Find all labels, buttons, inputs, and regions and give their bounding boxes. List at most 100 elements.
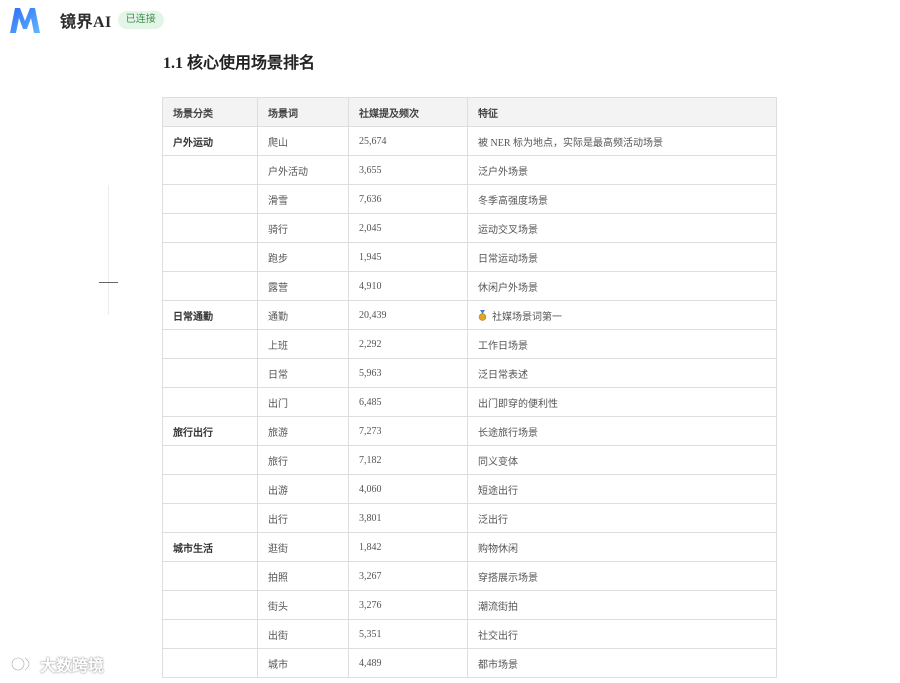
cell-scene-word-text: 城市 xyxy=(268,659,288,671)
cell-feature-text: 购物休闲 xyxy=(478,543,518,555)
cell-mention-frequency-text: 4,060 xyxy=(359,483,382,495)
cell-scene-word-text: 出游 xyxy=(268,485,288,497)
cell-category: 日常通勤 xyxy=(162,300,258,330)
cell-scene-word: 拍照 xyxy=(257,561,349,591)
side-rail-handle[interactable] xyxy=(99,282,118,283)
cell-mention-frequency: 3,801 xyxy=(348,503,468,533)
cell-category xyxy=(162,329,258,359)
cell-mention-frequency: 4,489 xyxy=(348,648,468,678)
app-logo-icon[interactable] xyxy=(8,5,42,35)
cell-feature: 出门即穿的便利性 xyxy=(467,387,777,417)
table-row: 旅行出行 旅游 7,273 长途旅行场景 xyxy=(162,416,777,446)
cell-scene-word: 逛街 xyxy=(257,532,349,562)
cell-feature-text: 运动交叉场景 xyxy=(478,224,538,236)
cell-mention-frequency: 1,945 xyxy=(348,242,468,272)
cell-category xyxy=(162,445,258,475)
cell-feature-text: 被 NER 标为地点，实际是最高频活动场景 xyxy=(478,137,663,149)
cell-scene-word-text: 拍照 xyxy=(268,572,288,584)
section-title: 1.1 核心使用场景排名 xyxy=(163,55,316,72)
cell-scene-word-text: 通勤 xyxy=(268,311,288,323)
cell-category-text: 日常通勤 xyxy=(173,311,213,323)
cell-scene-word-text: 逛街 xyxy=(268,543,288,555)
cell-mention-frequency-text: 4,489 xyxy=(359,657,382,669)
table-row: 出游 4,060 短途出行 xyxy=(162,474,777,504)
table-row: 出门 6,485 出门即穿的便利性 xyxy=(162,387,777,417)
cell-mention-frequency-text: 7,182 xyxy=(359,454,382,466)
table-row: 日常 5,963 泛日常表述 xyxy=(162,358,777,388)
cell-mention-frequency-text: 4,910 xyxy=(359,280,382,292)
cell-category: 城市生活 xyxy=(162,532,258,562)
cell-feature-text: 冬季高强度场景 xyxy=(478,195,548,207)
cell-feature: 日常运动场景 xyxy=(467,242,777,272)
cell-mention-frequency: 3,276 xyxy=(348,590,468,620)
cell-feature: 泛户外场景 xyxy=(467,155,777,185)
watermark-text: 大数跨境 xyxy=(40,658,105,675)
cell-mention-frequency-text: 7,636 xyxy=(359,193,382,205)
cell-mention-frequency-text: 6,485 xyxy=(359,396,382,408)
cell-mention-frequency: 4,910 xyxy=(348,271,468,301)
table-row: 露营 4,910 休闲户外场景 xyxy=(162,271,777,301)
cell-feature-text: 工作日场景 xyxy=(478,340,528,352)
cell-mention-frequency-text: 3,276 xyxy=(359,599,382,611)
cell-category xyxy=(162,184,258,214)
cell-feature: 潮流街拍 xyxy=(467,590,777,620)
cell-scene-word-text: 出行 xyxy=(268,514,288,526)
cell-category-text: 户外运动 xyxy=(173,137,213,149)
cell-mention-frequency-text: 3,801 xyxy=(359,512,382,524)
cell-feature: 长途旅行场景 xyxy=(467,416,777,446)
cell-mention-frequency: 3,655 xyxy=(348,155,468,185)
cell-category xyxy=(162,503,258,533)
cell-category xyxy=(162,155,258,185)
table-row: 街头 3,276 潮流街拍 xyxy=(162,590,777,620)
cell-feature-text: 长途旅行场景 xyxy=(478,427,538,439)
cell-category xyxy=(162,590,258,620)
table-row: 跑步 1,945 日常运动场景 xyxy=(162,242,777,272)
table-row: 上班 2,292 工作日场景 xyxy=(162,329,777,359)
table-row: 户外运动 爬山 25,674 被 NER 标为地点，实际是最高频活动场景 xyxy=(162,126,777,156)
top-bar: 镜界AI 已连接 xyxy=(8,3,164,37)
cell-category xyxy=(162,561,258,591)
cell-feature: 被 NER 标为地点，实际是最高频活动场景 xyxy=(467,126,777,156)
header-scene-word: 场景词 xyxy=(257,97,349,127)
cell-scene-word: 出行 xyxy=(257,503,349,533)
cell-feature: 穿搭展示场景 xyxy=(467,561,777,591)
medal-icon xyxy=(478,309,487,321)
cell-scene-word: 出门 xyxy=(257,387,349,417)
cell-mention-frequency: 4,060 xyxy=(348,474,468,504)
cell-mention-frequency-text: 5,963 xyxy=(359,367,382,379)
table-row: 城市 4,489 都市场景 xyxy=(162,648,777,678)
cell-category: 户外运动 xyxy=(162,126,258,156)
cell-scene-word: 露营 xyxy=(257,271,349,301)
cell-scene-word: 旅行 xyxy=(257,445,349,475)
cell-scene-word-text: 跑步 xyxy=(268,253,288,265)
cell-scene-word: 爬山 xyxy=(257,126,349,156)
cell-scene-word-text: 出街 xyxy=(268,630,288,642)
cell-scene-word-text: 日常 xyxy=(268,369,288,381)
cell-feature: 运动交叉场景 xyxy=(467,213,777,243)
cell-scene-word-text: 出门 xyxy=(268,398,288,410)
cell-mention-frequency: 7,636 xyxy=(348,184,468,214)
header-category: 场景分类 xyxy=(162,97,258,127)
cell-mention-frequency-text: 1,842 xyxy=(359,541,382,553)
cell-feature: 工作日场景 xyxy=(467,329,777,359)
table-row: 出行 3,801 泛出行 xyxy=(162,503,777,533)
cell-feature: 社交出行 xyxy=(467,619,777,649)
cell-scene-word: 日常 xyxy=(257,358,349,388)
cell-scene-word: 出街 xyxy=(257,619,349,649)
cell-feature: 购物休闲 xyxy=(467,532,777,562)
cell-category-text: 旅行出行 xyxy=(173,427,213,439)
cell-category: 旅行出行 xyxy=(162,416,258,446)
cell-feature: 都市场景 xyxy=(467,648,777,678)
cell-scene-word-text: 旅行 xyxy=(268,456,288,468)
cell-feature-text: 潮流街拍 xyxy=(478,601,518,613)
cell-category-text: 城市生活 xyxy=(173,543,213,555)
cell-feature-text: 社交出行 xyxy=(478,630,518,642)
cell-mention-frequency-text: 3,655 xyxy=(359,164,382,176)
header-feature: 特征 xyxy=(467,97,777,127)
table-row: 骑行 2,045 运动交叉场景 xyxy=(162,213,777,243)
cell-mention-frequency: 2,292 xyxy=(348,329,468,359)
cell-category xyxy=(162,358,258,388)
cell-scene-word: 城市 xyxy=(257,648,349,678)
cell-feature-text: 泛日常表述 xyxy=(478,369,528,381)
side-rail-line xyxy=(108,185,109,315)
